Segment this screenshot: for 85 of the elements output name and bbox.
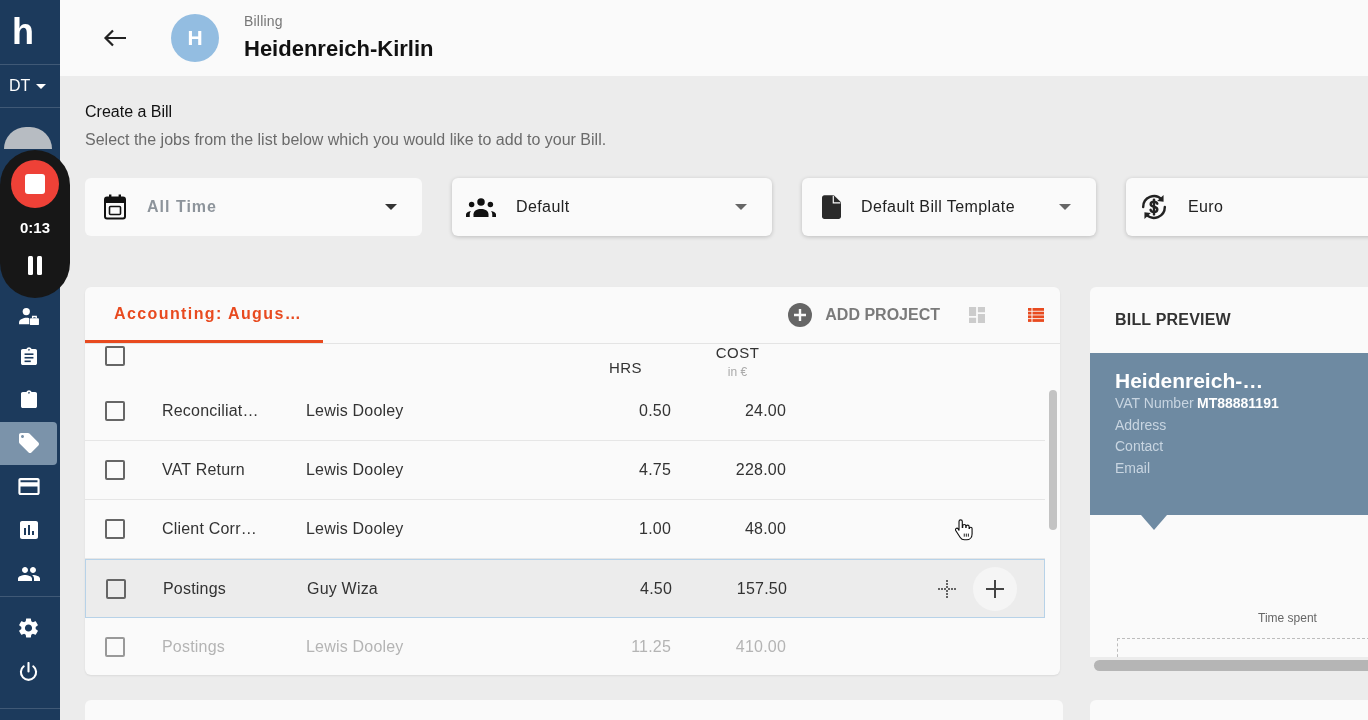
plus-circle-icon xyxy=(788,303,813,327)
table-cell: 4.75 xyxy=(639,461,671,478)
section-description: Select the jobs from the list below which you would like to add to your Bill. xyxy=(85,131,608,149)
table-cell: Postings xyxy=(162,638,225,655)
row-checkbox[interactable] xyxy=(106,578,126,599)
card-title: BILL PREVIEW xyxy=(1115,310,1231,330)
table-cell: 24.00 xyxy=(744,402,786,419)
table-cell: Lewis Dooley xyxy=(306,520,404,537)
user-briefcase-icon xyxy=(17,306,40,326)
section-title: Create a Bill xyxy=(85,103,174,121)
field-label: Email xyxy=(1115,458,1151,478)
row-checkbox[interactable] xyxy=(105,637,125,657)
sidebar-nav-button[interactable] xyxy=(0,421,57,465)
table-cell: Lewis Dooley xyxy=(306,461,404,478)
table-cell: 228.00 xyxy=(735,461,786,478)
list-icon xyxy=(1028,308,1044,322)
field-label: Address xyxy=(1115,415,1168,435)
select-all-checkbox[interactable] xyxy=(105,346,125,366)
client-name: Heidenreich-… xyxy=(1115,369,1265,393)
table-cell: 11.25 xyxy=(631,638,671,655)
stop-recording-button[interactable] xyxy=(11,160,59,208)
caret-icon xyxy=(36,83,47,89)
table-cell: 0.50 xyxy=(639,402,671,419)
table-cell: Lewis Dooley xyxy=(306,638,404,655)
table-cell: 48.00 xyxy=(744,520,786,537)
hand-cursor-icon xyxy=(955,519,973,541)
column-unit: in € xyxy=(727,365,748,379)
table-cell: Client Corr… xyxy=(162,520,257,537)
table-cell: Lewis Dooley xyxy=(306,402,404,419)
add-job-button[interactable] xyxy=(973,566,1017,611)
table-cell: 410.00 xyxy=(735,638,786,655)
clipboard-list-icon xyxy=(20,346,37,366)
tag-icon xyxy=(18,433,39,454)
pause-icon xyxy=(28,256,42,275)
credit-card-icon xyxy=(17,478,40,496)
row-checkbox[interactable] xyxy=(105,401,125,421)
table-cell: VAT Return xyxy=(162,461,245,478)
field-value: MT88881191 xyxy=(1197,394,1279,413)
table-cell: Guy Wiza xyxy=(307,579,378,597)
clipboard-icon xyxy=(20,390,37,410)
vertical-scrollbar[interactable] xyxy=(1049,390,1057,530)
calendar-icon xyxy=(103,194,127,220)
currency-exchange-icon xyxy=(1140,193,1168,221)
back-arrow-icon xyxy=(103,29,127,47)
page-title: Heidenreich-Kirlin xyxy=(244,35,434,63)
app-logo: h xyxy=(12,17,34,47)
currency-dropdown[interactable]: Euro xyxy=(1126,178,1368,236)
project-tab[interactable]: Accounting: Augus… xyxy=(85,287,323,343)
plus-icon xyxy=(985,578,1005,599)
settings-icon xyxy=(19,618,38,639)
table-cell: Reconciliat… xyxy=(162,402,259,419)
column-header: HRS xyxy=(608,359,643,377)
bar-chart-icon xyxy=(19,521,38,540)
horizontal-scrollbar[interactable] xyxy=(1094,660,1368,671)
template-dropdown[interactable]: Default Bill Template xyxy=(802,178,1096,236)
section-label: Billing xyxy=(244,13,284,29)
people-icon xyxy=(17,566,40,581)
document-icon xyxy=(822,195,841,219)
row-checkbox[interactable] xyxy=(105,519,125,539)
table-cell: Postings xyxy=(163,579,226,597)
back-button[interactable] xyxy=(103,29,127,47)
table-cell: 1.00 xyxy=(639,520,671,537)
team-dropdown[interactable]: Default xyxy=(452,178,772,236)
table-row[interactable]: Postings Guy Wiza 4.50 157.50 xyxy=(85,559,1045,618)
power-icon xyxy=(19,661,38,682)
column-header: COST xyxy=(715,344,760,362)
user-avatar[interactable] xyxy=(4,127,52,149)
move-icon xyxy=(938,579,956,598)
recording-timer: 0:13 xyxy=(20,219,50,237)
grid-icon xyxy=(969,307,985,323)
stop-icon xyxy=(25,174,45,194)
group-icon xyxy=(466,197,496,217)
field-label: Contact xyxy=(1115,437,1165,456)
chart-title: Time spent xyxy=(1258,610,1318,626)
row-checkbox[interactable] xyxy=(105,460,125,480)
pause-recording-button[interactable] xyxy=(28,256,42,275)
field-label: VAT Number xyxy=(1115,394,1195,413)
add-project-button[interactable]: ADD PROJECT xyxy=(788,303,940,327)
table-cell: 4.50 xyxy=(640,579,672,597)
table-row[interactable]: Reconciliat… Lewis Dooley 0.50 24.00 xyxy=(85,382,1045,441)
list-view-button[interactable] xyxy=(1028,308,1044,322)
table-row[interactable]: VAT Return Lewis Dooley 4.75 228.00 xyxy=(85,441,1045,500)
client-avatar: H xyxy=(171,14,219,62)
table-cell: 157.50 xyxy=(736,579,787,597)
workspace-dropdown[interactable]: DT xyxy=(9,76,47,96)
